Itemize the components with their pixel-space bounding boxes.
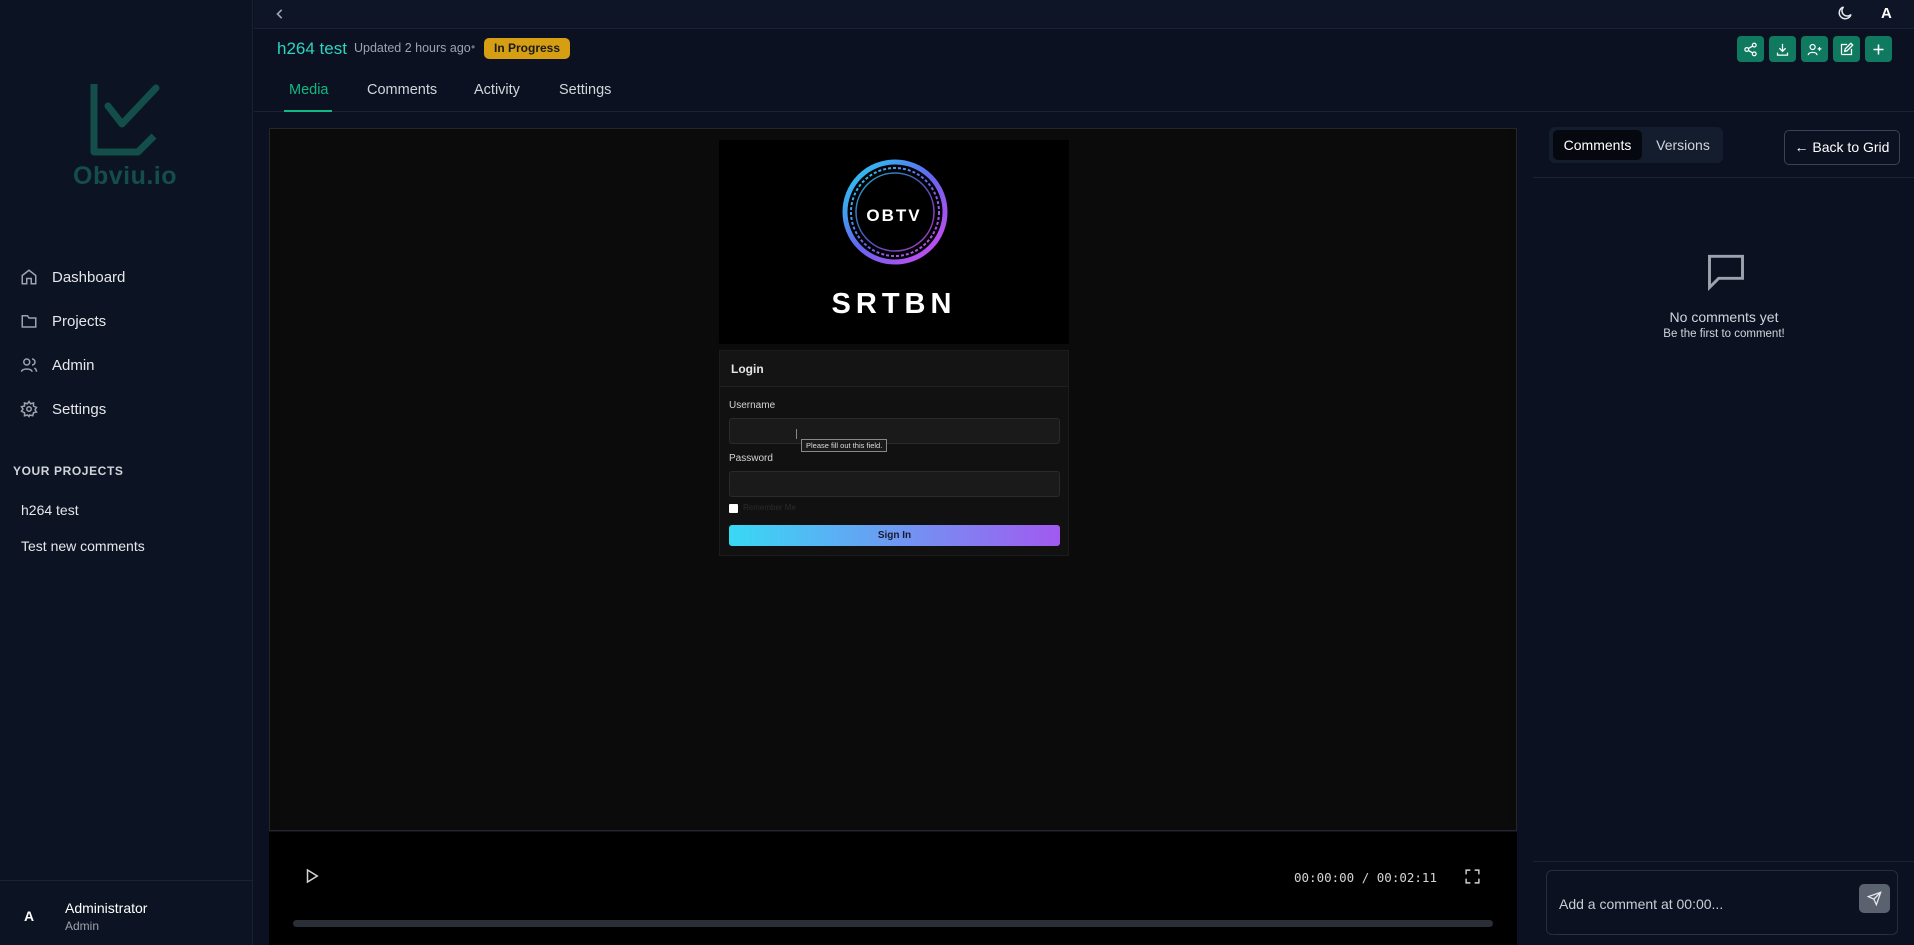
your-projects-heading: YOUR PROJECTS — [13, 464, 124, 478]
user-profile[interactable]: A Administrator Admin — [0, 880, 253, 945]
sidebar: Obviu.io Dashboard Projects Admin Settin… — [0, 0, 253, 945]
sidebar-item-admin[interactable]: Admin — [20, 350, 240, 380]
user-role: Admin — [65, 919, 100, 933]
timecode: 00:00:00 / 00:02:11 — [1294, 870, 1437, 885]
video-progress-bar[interactable] — [293, 920, 1493, 927]
video-frame-login-header: Login — [720, 351, 1068, 387]
project-item-h264-test[interactable]: h264 test — [21, 502, 79, 518]
panel-divider — [1533, 177, 1914, 178]
comment-input[interactable] — [1547, 871, 1847, 921]
video-frame-username-label: Username — [729, 400, 776, 411]
avatar: A — [24, 908, 35, 924]
sidebar-item-dashboard[interactable]: Dashboard — [20, 262, 240, 292]
active-tab-indicator — [284, 110, 332, 112]
tab-comments[interactable]: Comments — [367, 82, 437, 98]
play-icon — [306, 868, 319, 884]
tab-activity[interactable]: Activity — [474, 82, 520, 98]
edit-button[interactable] — [1833, 36, 1860, 62]
video-controls: 00:00:00 / 00:02:11 — [269, 832, 1517, 945]
comments-panel — [1533, 112, 1914, 945]
sidebar-item-label: Dashboard — [52, 268, 126, 286]
page-title: h264 test — [277, 39, 347, 58]
logo[interactable]: Obviu.io — [60, 78, 190, 198]
play-button[interactable] — [303, 867, 323, 887]
theme-toggle-button[interactable] — [1836, 4, 1856, 24]
send-icon — [1867, 891, 1882, 906]
video-frame-tooltip: Please fill out this field. — [801, 439, 888, 452]
status-badge: In Progress — [484, 38, 571, 59]
video-frame-signin-button: Sign In — [729, 525, 1060, 546]
video-frame-password-field — [729, 471, 1060, 497]
sidebar-item-projects[interactable]: Projects — [20, 306, 240, 336]
home-icon — [21, 269, 37, 285]
composer-underline — [1557, 934, 1887, 935]
panel-tab-switch: Comments Versions — [1549, 127, 1723, 163]
project-item-test-new-comments[interactable]: Test new comments — [21, 538, 145, 554]
sidebar-item-settings[interactable]: Settings — [20, 394, 240, 424]
topbar: A — [254, 0, 1914, 29]
logo-text: Obviu.io — [73, 162, 177, 190]
download-button[interactable] — [1769, 36, 1796, 62]
video-frame-logo-card: OBTV SRTBN — [719, 140, 1069, 344]
tab-media[interactable]: Media — [289, 82, 329, 98]
send-comment-button[interactable] — [1859, 884, 1890, 913]
video-frame-username-field — [729, 418, 1060, 444]
chevron-left-icon — [276, 9, 283, 19]
sidebar-item-label: Admin — [52, 356, 95, 374]
empty-state-title: No comments yet — [1669, 309, 1779, 325]
video-frame-login-card: Login Username Please fill out this fiel… — [719, 350, 1069, 556]
user-plus-icon — [1807, 43, 1822, 55]
plus-icon — [1873, 44, 1884, 54]
sidebar-item-label: Settings — [52, 400, 107, 418]
video-frame-remember-label: Remember Me — [743, 503, 796, 512]
invite-user-button[interactable] — [1801, 36, 1828, 62]
fullscreen-icon — [1465, 869, 1480, 884]
share-icon — [1744, 42, 1757, 56]
video-frame-ring-text: OBTV — [866, 206, 922, 225]
share-button[interactable] — [1737, 36, 1764, 62]
users-icon — [20, 358, 38, 372]
video-frame-password-label: Password — [729, 453, 773, 464]
back-to-grid-button[interactable]: ← Back to Grid — [1784, 130, 1900, 165]
user-name: Administrator — [65, 900, 148, 916]
composer-divider — [1533, 861, 1914, 862]
updated-timestamp: Updated 2 hours ago — [354, 41, 471, 55]
empty-state-subtitle: Be the first to comment! — [1663, 328, 1785, 340]
logo-check-icon — [90, 84, 160, 156]
video-frame-login-title: Login — [731, 362, 764, 376]
video-frame-brand: SRTBN — [831, 288, 957, 320]
sidebar-item-label: Projects — [52, 312, 107, 330]
moon-icon — [1838, 6, 1852, 20]
add-button[interactable] — [1865, 36, 1892, 62]
video-frame-cursor — [796, 429, 798, 439]
folder-icon — [21, 315, 37, 328]
user-avatar-button[interactable]: A — [1881, 5, 1892, 22]
separator-dot: • — [471, 40, 476, 54]
chat-bubble-icon — [1708, 254, 1744, 292]
download-icon — [1776, 43, 1789, 56]
gear-icon — [20, 400, 38, 418]
edit-icon — [1840, 41, 1854, 55]
panel-tab-comments[interactable]: Comments — [1553, 130, 1642, 160]
comment-composer — [1546, 870, 1898, 935]
video-frame-remember-checkbox — [729, 504, 738, 513]
back-button[interactable] — [270, 4, 290, 24]
panel-tab-versions[interactable]: Versions — [1650, 130, 1716, 160]
fullscreen-button[interactable] — [1464, 868, 1482, 886]
tab-settings[interactable]: Settings — [559, 82, 611, 98]
